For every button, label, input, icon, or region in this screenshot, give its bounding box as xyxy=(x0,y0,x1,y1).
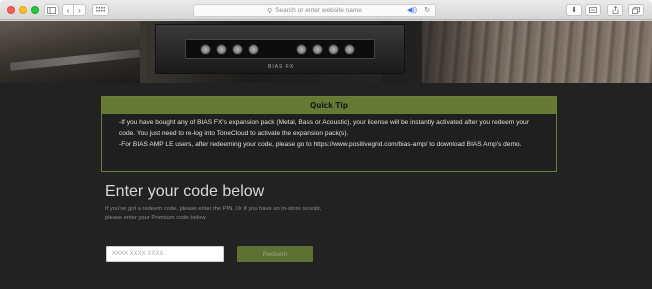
reader-button[interactable] xyxy=(585,4,601,16)
redeem-code-placeholder: XXXX XXXX XXXX xyxy=(112,251,164,257)
quick-tip-body: -If you have bought any of BIAS FX's exp… xyxy=(102,114,556,150)
quick-tip-line: -For BIAS AMP LE users, after redeeming … xyxy=(119,141,522,148)
browser-window: ‹ › ⚲ Search or enter website name ◀)) ↻… xyxy=(0,0,652,289)
address-bar[interactable]: ⚲ Search or enter website name ◀)) ↻ xyxy=(193,4,436,17)
tabs-icon xyxy=(632,6,640,14)
tab-overview-button[interactable] xyxy=(628,4,644,16)
redeem-button[interactable]: Redeem xyxy=(237,246,313,262)
reader-icon xyxy=(589,7,597,13)
chevron-right-icon: › xyxy=(78,5,81,15)
redeem-title: Enter your code below xyxy=(105,183,265,200)
speaker-icon[interactable]: ◀)) xyxy=(407,5,417,16)
knob-icon xyxy=(296,44,307,55)
share-button[interactable] xyxy=(607,4,623,16)
quick-tip-box: Quick Tip -If you have bought any of BIA… xyxy=(101,96,557,172)
downloads-button[interactable]: ⬇ xyxy=(566,4,582,16)
redeem-description-line: please enter your Premium code below. xyxy=(105,215,207,221)
redeem-description: If you've got a redeem code, please ente… xyxy=(105,205,385,223)
redeem-description-line: If you've got a redeem code, please ente… xyxy=(105,206,322,212)
knob-icon xyxy=(248,44,259,55)
quick-tip-title: Quick Tip xyxy=(102,97,556,114)
back-button[interactable]: ‹ xyxy=(62,4,74,16)
sidebar-toggle-button[interactable] xyxy=(44,4,59,16)
amp-brand-label: BIAS FX xyxy=(268,64,295,70)
address-placeholder: ⚲ Search or enter website name xyxy=(267,7,362,15)
redeem-code-input[interactable]: XXXX XXXX XXXX xyxy=(106,246,224,262)
chevron-left-icon: ‹ xyxy=(66,5,70,15)
minimize-window-button[interactable] xyxy=(19,6,27,14)
share-icon xyxy=(612,6,618,14)
knob-icon xyxy=(200,44,211,55)
knob-icon xyxy=(328,44,339,55)
quick-tip-line: -If you have bought any of BIAS FX's exp… xyxy=(119,119,529,126)
knob-icon xyxy=(232,44,243,55)
maximize-window-button[interactable] xyxy=(31,6,39,14)
reload-icon[interactable]: ↻ xyxy=(424,5,430,16)
sidebar-icon xyxy=(47,6,56,14)
forward-button[interactable]: › xyxy=(74,4,86,16)
hero-banner: BIAS FX xyxy=(0,21,652,83)
knob-icon xyxy=(312,44,323,55)
download-icon: ⬇ xyxy=(571,7,577,14)
top-sites-button[interactable] xyxy=(92,4,109,16)
knob-icon xyxy=(344,44,355,55)
search-icon: ⚲ xyxy=(267,7,273,15)
page-content: BIAS FX Quick Tip -If you have bought an… xyxy=(0,21,652,289)
knob-icon xyxy=(216,44,227,55)
close-window-button[interactable] xyxy=(7,6,15,14)
quick-tip-line: code. You just need to re-log into ToneC… xyxy=(119,130,349,137)
grid-icon xyxy=(96,7,105,12)
amp-panel xyxy=(185,39,375,59)
browser-toolbar: ‹ › ⚲ Search or enter website name ◀)) ↻… xyxy=(0,0,652,20)
